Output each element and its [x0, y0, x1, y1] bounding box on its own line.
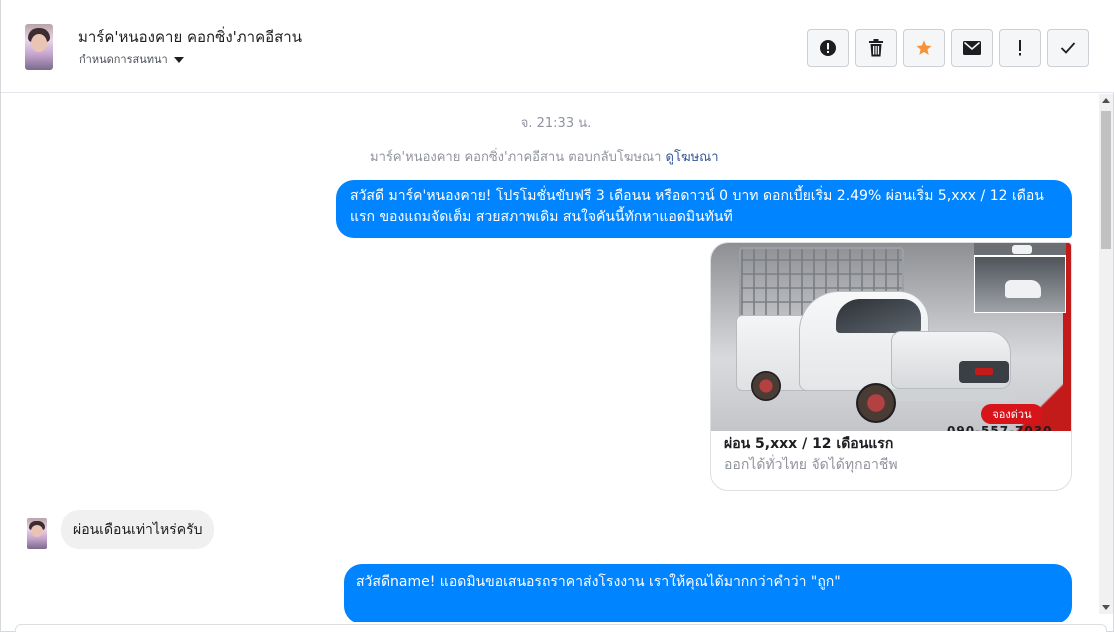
schedule-dropdown-label: กำหนดการสนทนา — [79, 53, 168, 66]
truck-window — [836, 299, 921, 333]
scrollbar-thumb[interactable] — [1101, 111, 1111, 249]
mark-unread-button[interactable] — [951, 29, 993, 67]
ad-reply-text: มาร์ค'หนองคาย คอกซิ่ง'ภาคอีสาน ตอบกลับโฆ… — [370, 150, 662, 165]
image-inset-thumbnail-top — [974, 243, 1066, 257]
outgoing-message[interactable]: สวัสดี มาร์ค'หนองคาย! โปรโมชั่นขับฟรี 3 … — [336, 180, 1072, 238]
messenger-conversation-view: มาร์ค'หนองคาย คอกซิ่ง'ภาคอีสาน กำหนดการส… — [0, 0, 1114, 632]
star-icon — [916, 40, 932, 55]
header-actions — [807, 29, 1089, 67]
contact-name[interactable]: มาร์ค'หนองคาย คอกซิ่ง'ภาคอีสาน — [78, 25, 302, 49]
contact-avatar[interactable] — [25, 24, 53, 70]
ad-card-image[interactable]: จองด่วน 090-557-7030 — [711, 243, 1071, 431]
delete-button[interactable] — [855, 29, 897, 67]
ad-card-subtitle: ออกได้ทั่วไทย จัดได้ทุกอาชีพ — [724, 457, 898, 473]
conversation-header: มาร์ค'หนองคาย คอกซิ่ง'ภาคอีสาน กำหนดการส… — [1, 0, 1114, 93]
alert-circle-icon — [820, 40, 836, 56]
view-ad-link[interactable]: ดูโฆษณา — [666, 150, 719, 165]
message-thread[interactable]: จ. 21:33 น. มาร์ค'หนองคาย คอกซิ่ง'ภาคอีส… — [1, 94, 1101, 622]
truck-bumper — [886, 389, 1016, 401]
thumbnail-top-truck — [1012, 245, 1032, 254]
trash-icon — [869, 39, 883, 57]
schedule-dropdown[interactable]: กำหนดการสนทนา — [79, 50, 184, 68]
scroll-up-arrow-icon[interactable] — [1102, 98, 1110, 103]
star-button[interactable] — [903, 29, 945, 67]
ad-reply-notice: มาร์ค'หนองคาย คอกซิ่ง'ภาคอีสาน ตอบกลับโฆ… — [370, 146, 719, 167]
spam-button[interactable] — [807, 29, 849, 67]
exclamation-icon — [1019, 40, 1021, 56]
outgoing-message[interactable]: สวัสดีname! แอดมินขอเสนอรถราคาส่งโรงงาน … — [344, 564, 1072, 622]
check-icon — [1060, 42, 1076, 54]
scroll-down-arrow-icon[interactable] — [1102, 605, 1110, 610]
thumbnail-truck — [1005, 280, 1041, 298]
mark-done-button[interactable] — [1047, 29, 1089, 67]
truck-logo — [975, 368, 993, 375]
ad-card[interactable]: จองด่วน 090-557-7030 ผ่อน 5,xxx / 12 เดื… — [710, 242, 1072, 491]
avatar-face — [31, 34, 47, 52]
caret-down-icon — [173, 56, 184, 63]
incoming-message[interactable]: ผ่อนเดือนเท่าไหร่ครับ — [61, 510, 215, 549]
image-badge: จองด่วน — [981, 404, 1043, 424]
image-phone: 090-557-7030 — [947, 424, 1053, 431]
thread-scrollbar[interactable] — [1099, 94, 1113, 614]
truck-rear-wheel — [751, 371, 781, 401]
mark-important-button[interactable] — [999, 29, 1041, 67]
avatar-face — [31, 525, 43, 537]
envelope-icon — [963, 41, 981, 55]
truck-front-wheel — [856, 383, 896, 423]
message-timestamp: จ. 21:33 น. — [520, 116, 592, 131]
message-composer[interactable] — [15, 624, 1107, 632]
ad-card-title: ผ่อน 5,xxx / 12 เดือนแรก — [724, 436, 894, 452]
sender-avatar[interactable] — [27, 518, 47, 549]
